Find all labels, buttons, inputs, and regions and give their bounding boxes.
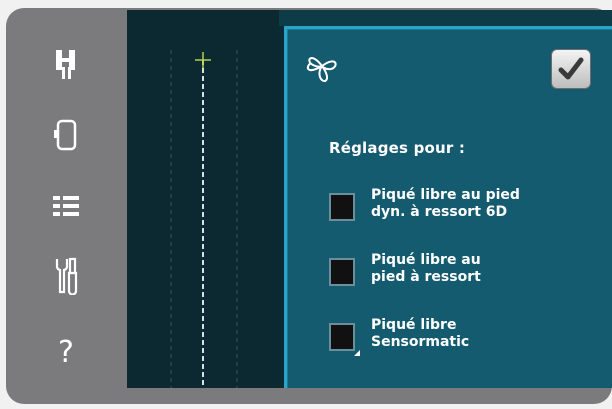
option-sensormatic[interactable]: Piqué libre Sensormatic <box>329 317 599 373</box>
sidebar: ? <box>6 8 126 404</box>
option-spring-foot[interactable]: Piqué libre au pied à ressort <box>329 252 599 308</box>
sidebar-item-hoop[interactable] <box>36 111 96 159</box>
free-motion-dialog: Réglages pour : Piqué libre au pied dyn.… <box>284 26 612 388</box>
option-label: Piqué libre au pied dyn. à ressort 6D <box>371 187 520 220</box>
option-label: Piqué libre Sensormatic <box>371 317 470 350</box>
frame-icon <box>54 119 77 151</box>
screen-top-band <box>279 10 612 26</box>
confirm-button[interactable] <box>551 49 591 89</box>
presser-foot-icon <box>56 50 75 79</box>
help-icon: ? <box>58 334 74 370</box>
free-motion-icon <box>303 47 341 89</box>
checkmark-icon <box>558 57 584 80</box>
settings-tools-icon <box>55 257 78 295</box>
sidebar-item-presser-foot[interactable] <box>36 40 96 88</box>
checkbox[interactable] <box>329 193 355 221</box>
checkbox[interactable] <box>329 323 360 356</box>
sidebar-item-help[interactable]: ? <box>36 328 96 376</box>
checkbox[interactable] <box>329 258 355 286</box>
stitch-guides <box>170 50 238 388</box>
option-spring-foot-6d[interactable]: Piqué libre au pied dyn. à ressort 6D <box>329 187 599 243</box>
option-label: Piqué libre au pied à ressort <box>371 252 481 285</box>
sidebar-item-settings[interactable] <box>36 252 96 300</box>
dialog-heading: Réglages pour : <box>329 139 466 157</box>
stitch-preview <box>127 10 279 388</box>
menu-list-icon <box>53 196 79 216</box>
sidebar-item-menu[interactable] <box>36 182 96 230</box>
touch-screen: Réglages pour : Piqué libre au pied dyn.… <box>127 10 612 388</box>
